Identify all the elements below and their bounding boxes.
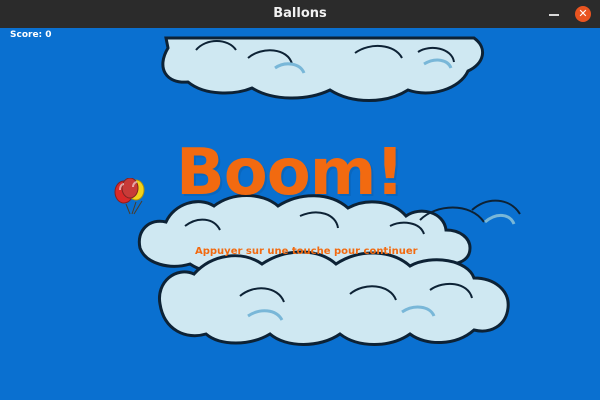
window-title: Ballons <box>273 6 327 21</box>
cloud-bottom <box>158 250 510 346</box>
cloud-top <box>161 36 484 102</box>
balloons-icon <box>112 177 154 220</box>
app-window: Ballons ✕ Score: 0 Boom! Appuyer sur une… <box>0 0 600 400</box>
boom-message: Boom! <box>176 136 405 210</box>
score-label: Score: 0 <box>10 30 52 40</box>
game-scene <box>0 28 600 400</box>
close-icon[interactable]: ✕ <box>575 6 591 22</box>
minimize-icon[interactable] <box>547 7 561 21</box>
game-canvas[interactable]: Score: 0 Boom! Appuyer sur une touche po… <box>0 28 600 400</box>
continue-prompt: Appuyer sur une touche pour continuer <box>195 246 418 257</box>
title-bar: Ballons ✕ <box>0 0 600 29</box>
